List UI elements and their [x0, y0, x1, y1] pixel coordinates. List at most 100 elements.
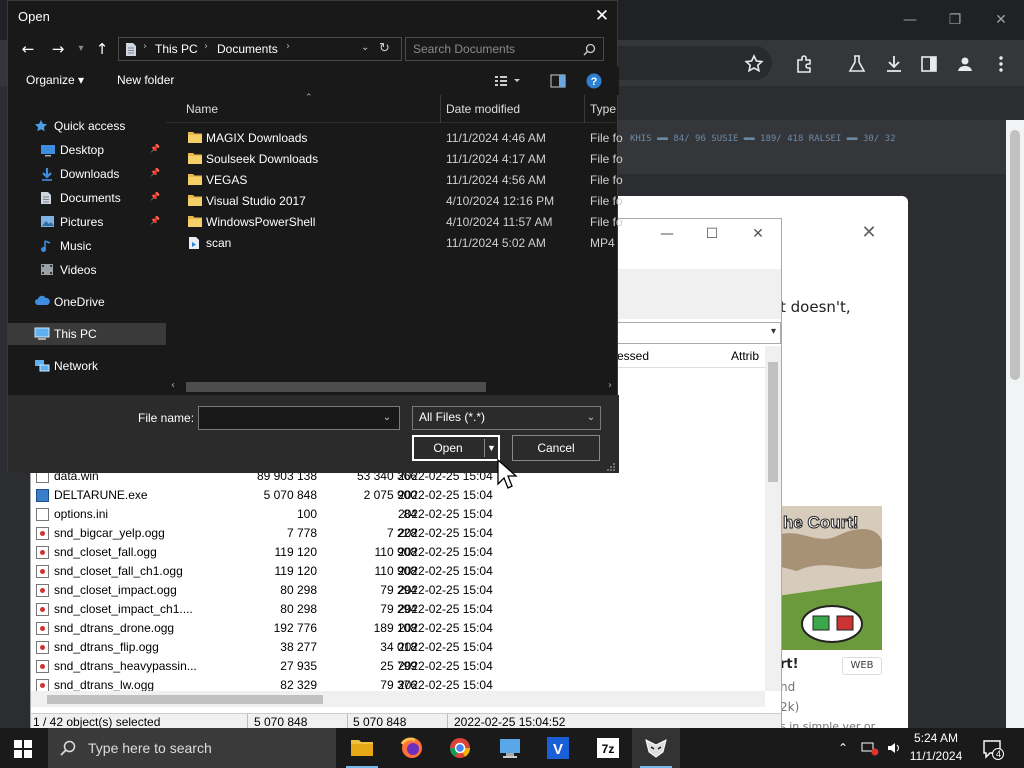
- clock-time[interactable]: 5:24 AM: [900, 731, 972, 745]
- windows-start-icon[interactable]: [14, 740, 32, 758]
- forward-arrow-icon[interactable]: →: [48, 39, 68, 59]
- chevron-down-icon[interactable]: ▾: [771, 326, 776, 337]
- column-packed-size[interactable]: essed: [617, 349, 649, 363]
- file-row[interactable]: Visual Studio 2017 4/10/2024 12:16 PM File…: [166, 191, 623, 212]
- vegas-icon[interactable]: V: [534, 728, 582, 768]
- chrome-menu-icon[interactable]: [990, 53, 1012, 75]
- resize-grip-icon[interactable]: [606, 462, 616, 472]
- archive-vertical-scroll-thumb[interactable]: [768, 362, 778, 482]
- bookmark-star-icon[interactable]: [743, 53, 765, 75]
- firefox-icon[interactable]: [388, 728, 436, 768]
- file-name: MAGIX Downloads: [206, 131, 308, 145]
- file-explorer-icon[interactable]: [338, 728, 386, 768]
- file-name-chevron-down-icon[interactable]: ⌄: [378, 409, 396, 427]
- page-scroll-thumb[interactable]: [1010, 130, 1020, 380]
- column-attributes[interactable]: Attrib: [731, 349, 759, 363]
- show-hidden-icons-chevron-icon[interactable]: ⌃: [838, 741, 848, 755]
- file-row[interactable]: Soulseek Downloads 11/1/2024 4:17 AM File …: [166, 149, 623, 170]
- breadcrumb-chevron-icon[interactable]: ›: [143, 41, 147, 52]
- file-row[interactable]: MAGIX Downloads 11/1/2024 4:46 AM File fo: [166, 128, 623, 149]
- archive-close-button[interactable]: ✕: [745, 223, 771, 245]
- nav-item-music[interactable]: Music: [8, 235, 166, 257]
- breadcrumb-chevron-icon[interactable]: ›: [204, 41, 208, 52]
- chrome-maximize-button[interactable]: ❐: [943, 8, 967, 32]
- download-icon[interactable]: [883, 53, 905, 75]
- archive-row[interactable]: options.ini 100 84 2022-02-25 15:04: [31, 505, 765, 524]
- archive-path-combo[interactable]: ▾: [615, 322, 781, 344]
- up-arrow-icon[interactable]: ↑: [92, 39, 112, 59]
- file-list-scroll-thumb[interactable]: [186, 382, 486, 392]
- chrome-minimize-button[interactable]: —: [898, 8, 922, 32]
- file-name-input[interactable]: [198, 406, 400, 430]
- scroll-left-icon[interactable]: ‹: [171, 380, 175, 391]
- extensions-icon[interactable]: [793, 53, 815, 75]
- archive-maximize-button[interactable]: ☐: [699, 223, 725, 245]
- help-icon[interactable]: ?: [586, 73, 602, 89]
- chrome-icon[interactable]: [436, 728, 484, 768]
- labs-flask-icon[interactable]: [846, 53, 868, 75]
- column-type[interactable]: Type: [590, 102, 616, 116]
- file-row[interactable]: WindowsPowerShell 4/10/2024 11:57 AM File …: [166, 212, 623, 233]
- archive-row[interactable]: DELTARUNE.exe 5 070 848 2 075 900 2022-02-2…: [31, 486, 765, 505]
- column-date-modified[interactable]: Date modified: [446, 102, 520, 116]
- clock-date[interactable]: 11/1/2024: [900, 749, 972, 763]
- search-input[interactable]: Search Documents: [405, 37, 604, 61]
- archive-row[interactable]: snd_dtrans_flip.ogg 38 277 34 018 2022-02-2…: [31, 638, 765, 657]
- filter-chevron-down-icon[interactable]: ⌄: [582, 409, 600, 427]
- executable-icon: [36, 489, 49, 502]
- column-name[interactable]: Name: [186, 102, 218, 116]
- breadcrumb-chevron-icon[interactable]: ›: [286, 41, 290, 52]
- file-type: File fo: [590, 173, 623, 187]
- archive-row[interactable]: snd_dtrans_heavypassin... 27 935 25 799 202…: [31, 657, 765, 676]
- nav-item-documents[interactable]: Documents 📌: [8, 187, 166, 209]
- notification-center-icon[interactable]: 4: [982, 738, 1004, 760]
- search-icon[interactable]: [583, 43, 596, 56]
- deltarune-icon[interactable]: [632, 728, 680, 768]
- profile-icon[interactable]: [954, 53, 976, 75]
- archive-row[interactable]: snd_dtrans_drone.ogg 192 776 189 108 2022-0…: [31, 619, 765, 638]
- dialog-close-button[interactable]: ✕: [591, 5, 613, 27]
- chrome-close-button[interactable]: ✕: [989, 8, 1013, 32]
- archive-row[interactable]: snd_closet_impact.ogg 80 298 79 294 2022-02…: [31, 581, 765, 600]
- result-thumbnail[interactable]: he Court!: [777, 506, 882, 650]
- file-type-filter[interactable]: All Files (*.*): [412, 406, 601, 430]
- recent-locations-chevron-icon[interactable]: ▾: [71, 39, 91, 59]
- open-button[interactable]: Open ▼: [412, 435, 500, 461]
- new-folder-button[interactable]: New folder: [117, 73, 174, 87]
- archive-row[interactable]: snd_closet_fall.ogg 119 120 110 908 2022-02…: [31, 543, 765, 562]
- nav-item-desktop[interactable]: Desktop 📌: [8, 139, 166, 161]
- refresh-icon[interactable]: ↻: [379, 41, 390, 56]
- archive-row[interactable]: snd_bigcar_yelp.ogg 7 778 7 228 2022-02-25 …: [31, 524, 765, 543]
- archive-row[interactable]: snd_closet_fall_ch1.ogg 119 120 110 908 202…: [31, 562, 765, 581]
- nav-item-quick-access[interactable]: Quick access: [8, 115, 166, 137]
- pin-icon: 📌: [150, 216, 160, 225]
- card-close-icon[interactable]: ✕: [858, 222, 880, 244]
- remote-desktop-icon[interactable]: [486, 728, 534, 768]
- 7zip-icon[interactable]: 7z: [584, 728, 632, 768]
- archive-row[interactable]: snd_closet_impact_ch1.... 80 298 79 294 202…: [31, 600, 765, 619]
- file-row[interactable]: scan 11/1/2024 5:02 AM MP4: [166, 233, 617, 254]
- nav-item-this-pc[interactable]: This PC: [8, 323, 166, 345]
- network-status-icon[interactable]: [861, 740, 879, 756]
- breadcrumb-this-pc[interactable]: This PC: [155, 42, 198, 56]
- preview-pane-icon[interactable]: [550, 74, 566, 88]
- file-row[interactable]: VEGAS 11/1/2024 4:56 AM File fo: [166, 170, 623, 191]
- cancel-button[interactable]: Cancel: [512, 435, 600, 461]
- view-options-icon[interactable]: [494, 74, 522, 88]
- nav-item-downloads[interactable]: Downloads 📌: [8, 163, 166, 185]
- side-panel-icon[interactable]: [918, 53, 940, 75]
- nav-item-label: Quick access: [54, 119, 126, 133]
- nav-item-videos[interactable]: Videos: [8, 259, 166, 281]
- open-split-chevron-icon[interactable]: ▼: [484, 439, 498, 457]
- address-history-chevron-icon[interactable]: ⌄: [361, 42, 369, 53]
- organize-button[interactable]: Organize ▾: [26, 73, 84, 87]
- nav-item-network[interactable]: Network: [8, 355, 166, 377]
- archive-horizontal-scroll-thumb[interactable]: [47, 695, 323, 704]
- breadcrumb-documents[interactable]: Documents: [217, 42, 278, 56]
- back-arrow-icon[interactable]: ←: [18, 39, 38, 59]
- nav-item-onedrive[interactable]: OneDrive: [8, 291, 166, 313]
- address-bar[interactable]: › This PC › Documents › ⌄ ↻: [118, 37, 402, 61]
- nav-item-pictures[interactable]: Pictures 📌: [8, 211, 166, 233]
- archive-minimize-button[interactable]: —: [654, 223, 680, 245]
- scroll-right-icon[interactable]: ›: [608, 380, 612, 391]
